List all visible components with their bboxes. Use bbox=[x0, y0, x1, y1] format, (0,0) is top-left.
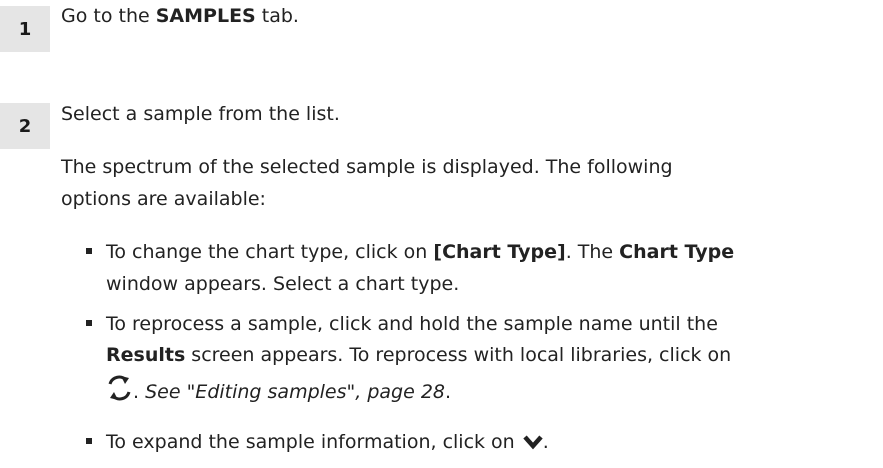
bullet-text: To reprocess a sample, click and hold th… bbox=[106, 313, 718, 335]
bullet-text: . See "Editing samples", page 28. bbox=[106, 375, 451, 409]
bullet-text: window appears. Select a chart type. bbox=[106, 273, 460, 295]
bullet-marker bbox=[86, 248, 92, 254]
tab-name: SAMPLES bbox=[155, 5, 256, 27]
bullet-text-part: screen appears. To reprocess with local … bbox=[185, 344, 732, 366]
bullet-text-part: . bbox=[133, 381, 146, 403]
step-number-badge: 1 bbox=[0, 6, 50, 52]
bullet-text-part: . bbox=[542, 431, 549, 453]
description-text: options are available: bbox=[61, 188, 266, 210]
step-number-badge: 2 bbox=[0, 103, 50, 149]
refresh-icon bbox=[106, 375, 133, 409]
bullet-marker bbox=[86, 438, 92, 444]
step-instruction: Go to the SAMPLES tab. bbox=[61, 2, 299, 30]
bullet-text-part: . bbox=[445, 381, 452, 403]
step-text: Go to the bbox=[61, 5, 156, 27]
bullet-marker bbox=[86, 320, 92, 326]
window-reference: Chart Type bbox=[619, 241, 735, 263]
cross-reference-link[interactable]: See "Editing samples", page 28 bbox=[145, 381, 445, 403]
bullet-text-part: To change the chart type, click on bbox=[106, 241, 434, 263]
chevron-down-icon bbox=[523, 430, 543, 458]
button-reference: [Chart Type] bbox=[433, 241, 566, 263]
step-text: tab. bbox=[255, 5, 299, 27]
bullet-text: Results screen appears. To reprocess wit… bbox=[106, 341, 731, 369]
description-text: The spectrum of the selected sample is d… bbox=[61, 156, 673, 178]
bullet-text: To change the chart type, click on [Char… bbox=[106, 238, 734, 266]
screen-reference: Results bbox=[106, 344, 186, 366]
step-number: 2 bbox=[18, 115, 32, 137]
step-instruction: Select a sample from the list. bbox=[61, 103, 340, 125]
bullet-text: To expand the sample information, click … bbox=[106, 428, 549, 458]
bullet-text-part: To expand the sample information, click … bbox=[106, 431, 521, 453]
step-number: 1 bbox=[18, 18, 32, 40]
bullet-text-part: . The bbox=[565, 241, 620, 263]
